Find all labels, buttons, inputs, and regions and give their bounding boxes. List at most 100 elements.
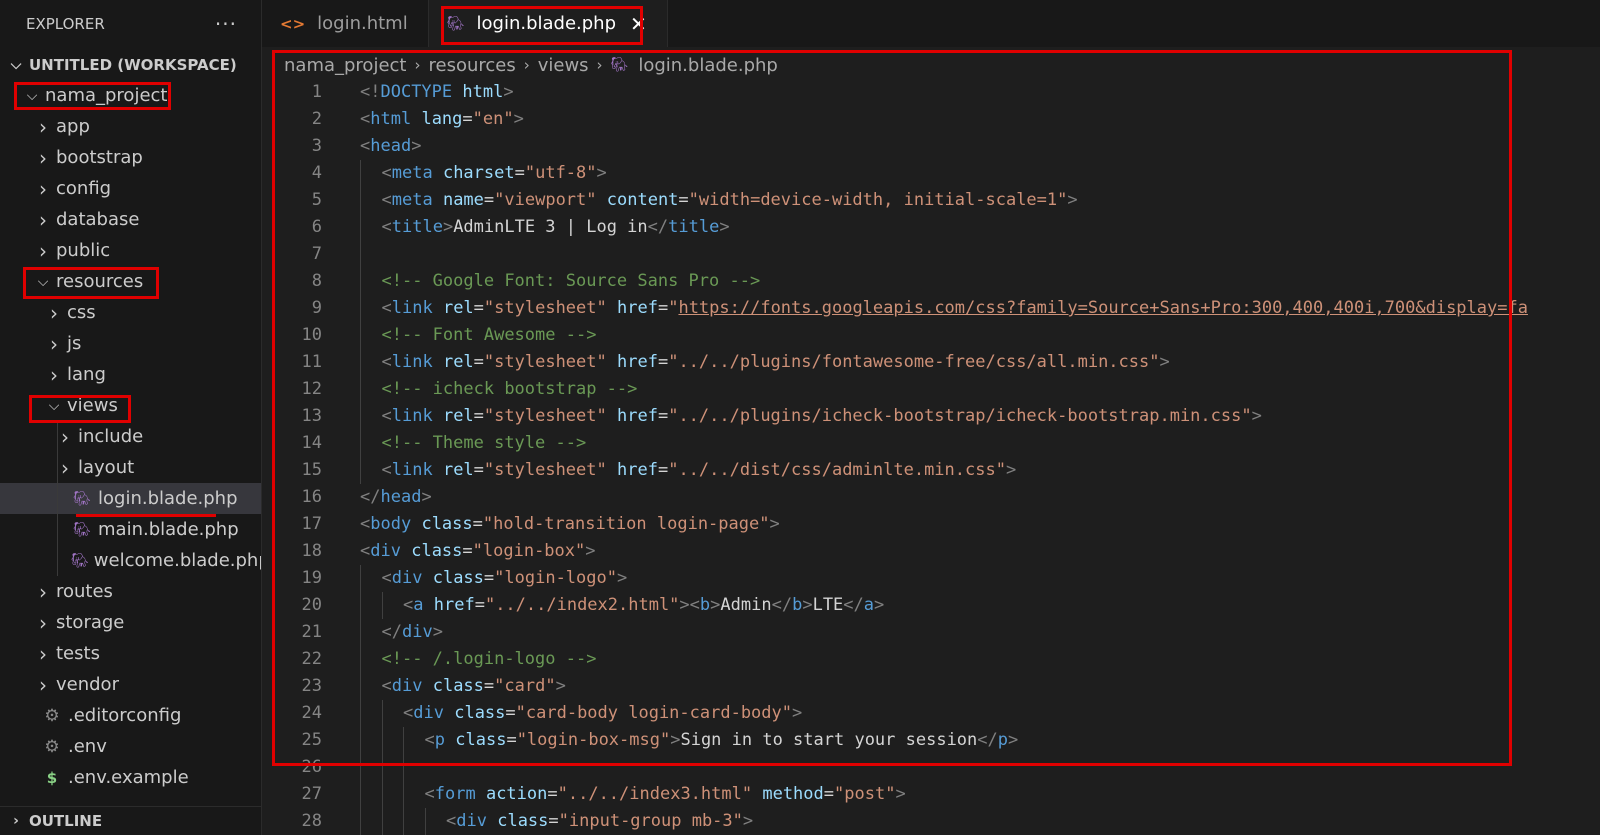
code-editor[interactable]: 1 <!DOCTYPE html> 2 <html lang="en"> 3 <head>… — [262, 79, 1600, 835]
code-line[interactable]: 21 </div> — [262, 619, 1600, 646]
code-line[interactable]: 20 <a href="../../index2.html"><b>Admin</… — [262, 592, 1600, 619]
code-text: <html lang="en"> — [360, 106, 524, 133]
code-line[interactable]: 11 <link rel="stylesheet" href="../../plu… — [262, 349, 1600, 376]
tree-folder[interactable]: › vendor — [0, 669, 261, 700]
tree-file[interactable]: ⚙ .editorconfig — [0, 700, 261, 731]
code-line[interactable]: 12 <!-- icheck bootstrap --> — [262, 376, 1600, 403]
tab-login-html[interactable]: <> login.html — [262, 0, 429, 47]
code-token: < — [403, 595, 414, 615]
tree-folder[interactable]: › public — [0, 235, 261, 266]
code-token: = — [657, 406, 669, 426]
tree-folder[interactable]: ⌵ views — [0, 390, 261, 421]
code-token: </ — [360, 487, 381, 507]
tree-folder[interactable]: ⌵ nama_project — [0, 80, 261, 111]
tab-label: login.blade.php — [476, 13, 617, 34]
chevron-right-icon: › — [39, 238, 47, 263]
tree-folder[interactable]: › app — [0, 111, 261, 142]
code-line[interactable]: 13 <link rel="stylesheet" href="../../plu… — [262, 403, 1600, 430]
indent-guide — [360, 727, 361, 754]
code-line[interactable]: 22 <!-- /.login-logo --> — [262, 646, 1600, 673]
code-line[interactable]: 24 <div class="card-body login-card-body"… — [262, 700, 1600, 727]
code-token: = — [506, 730, 517, 750]
indent-guide — [360, 322, 361, 349]
code-token: > — [802, 595, 813, 615]
tree-folder[interactable]: › css — [0, 297, 261, 328]
tree-folder[interactable]: › routes — [0, 576, 261, 607]
code-line[interactable]: 17 <body class="hold-transition login-pag… — [262, 511, 1600, 538]
tree-folder[interactable]: › include — [0, 421, 261, 452]
tree-file[interactable]: 🐘︎ welcome.blade.php — [0, 545, 261, 576]
code-token: > — [585, 541, 596, 561]
code-line[interactable]: 2 <html lang="en"> — [262, 106, 1600, 133]
code-line[interactable]: 26 — [262, 754, 1600, 781]
tree-folder[interactable]: › config — [0, 173, 261, 204]
code-line[interactable]: 27 <form action="../../index3.html" metho… — [262, 781, 1600, 808]
breadcrumb-item[interactable]: login.blade.php — [638, 55, 778, 76]
tree-file[interactable]: ⚙ .env — [0, 731, 261, 762]
line-number: 6 — [311, 217, 322, 237]
code-line[interactable]: 19 <div class="login-logo"> — [262, 565, 1600, 592]
tree-file[interactable]: 🐘︎ login.blade.php — [0, 483, 261, 514]
workspace-header[interactable]: ⌵ UNTITLED (WORKSPACE) — [0, 49, 261, 80]
chevron-down-icon: ⌵ — [48, 397, 60, 414]
tree-folder[interactable]: › storage — [0, 607, 261, 638]
gear-icon: ⚙ — [44, 736, 60, 757]
breadcrumb-item[interactable]: views — [538, 55, 589, 76]
tree-folder[interactable]: ⌵ resources — [0, 266, 261, 297]
code-text: </div> — [382, 619, 443, 646]
code-line[interactable]: 4 <meta charset="utf-8"> — [262, 160, 1600, 187]
tree-folder[interactable]: › js — [0, 328, 261, 359]
tree-folder[interactable]: › layout — [0, 452, 261, 483]
code-line[interactable]: 3 <head> — [262, 133, 1600, 160]
code-token: < — [381, 568, 392, 588]
code-line[interactable]: 1 <!DOCTYPE html> — [262, 79, 1600, 106]
code-token: div — [391, 676, 423, 696]
code-line[interactable]: 8 <!-- Google Font: Source Sans Pro --> — [262, 268, 1600, 295]
code-line[interactable]: 23 <div class="card"> — [262, 673, 1600, 700]
code-token: > — [742, 811, 754, 831]
breadcrumb-item[interactable]: resources — [428, 55, 515, 76]
code-line[interactable]: 25 <p class="login-box-msg">Sign in to st… — [262, 727, 1600, 754]
code-line[interactable]: 14 <!-- Theme style --> — [262, 430, 1600, 457]
code-token: meta — [391, 190, 433, 210]
code-line[interactable]: 10 <!-- Font Awesome --> — [262, 322, 1600, 349]
tree-folder[interactable]: › tests — [0, 638, 261, 669]
tree-file[interactable]: 🐘︎ main.blade.php — [0, 514, 261, 545]
code-line[interactable]: 28 <div class="input-group mb-3"> — [262, 808, 1600, 835]
tab-login-blade-php[interactable]: 🐘︎ login.blade.php ✕ — [428, 0, 668, 47]
code-token: class — [421, 514, 473, 534]
tree-folder[interactable]: › lang — [0, 359, 261, 390]
line-number: 26 — [301, 757, 322, 777]
code-line[interactable]: 18 <div class="login-box"> — [262, 538, 1600, 565]
indent-guide — [360, 376, 361, 403]
code-line[interactable]: 9 <link rel="stylesheet" href="https://fo… — [262, 295, 1600, 322]
tree-folder[interactable]: › bootstrap — [0, 142, 261, 173]
indent-guide — [381, 781, 383, 808]
code-token: < — [381, 352, 392, 372]
code-line[interactable]: 6 <title>AdminLTE 3 | Log in</title> — [262, 214, 1600, 241]
code-line[interactable]: 15 <link rel="stylesheet" href="../../dis… — [262, 457, 1600, 484]
chevron-down-icon: ⌵ — [10, 56, 22, 73]
code-text: <div class="login-logo"> — [382, 565, 628, 592]
code-token: body — [370, 514, 412, 534]
tree-file[interactable]: $ .env.example — [0, 762, 261, 793]
outline-section-header[interactable]: › OUTLINE — [0, 806, 261, 835]
code-line[interactable]: 16 </head> — [262, 484, 1600, 511]
more-actions-icon[interactable]: ··· — [215, 12, 237, 36]
code-text: <body class="hold-transition login-page"… — [360, 511, 780, 538]
code-token: LTE — [812, 595, 844, 615]
code-line[interactable]: 5 <meta name="viewport" content="width=de… — [262, 187, 1600, 214]
breadcrumb-item[interactable]: nama_project — [284, 55, 406, 76]
indent-guide — [57, 483, 58, 514]
close-icon[interactable]: ✕ — [630, 12, 647, 36]
chevron-right-icon: › — [61, 424, 69, 449]
code-token: "input-group mb-3" — [558, 811, 743, 831]
tree-folder[interactable]: › database — [0, 204, 261, 235]
code-token: lang — [421, 109, 463, 129]
code-token: = — [462, 109, 473, 129]
code-text: <link rel="stylesheet" href="../../plugi… — [382, 349, 1170, 376]
code-line[interactable]: 7 — [262, 241, 1600, 268]
